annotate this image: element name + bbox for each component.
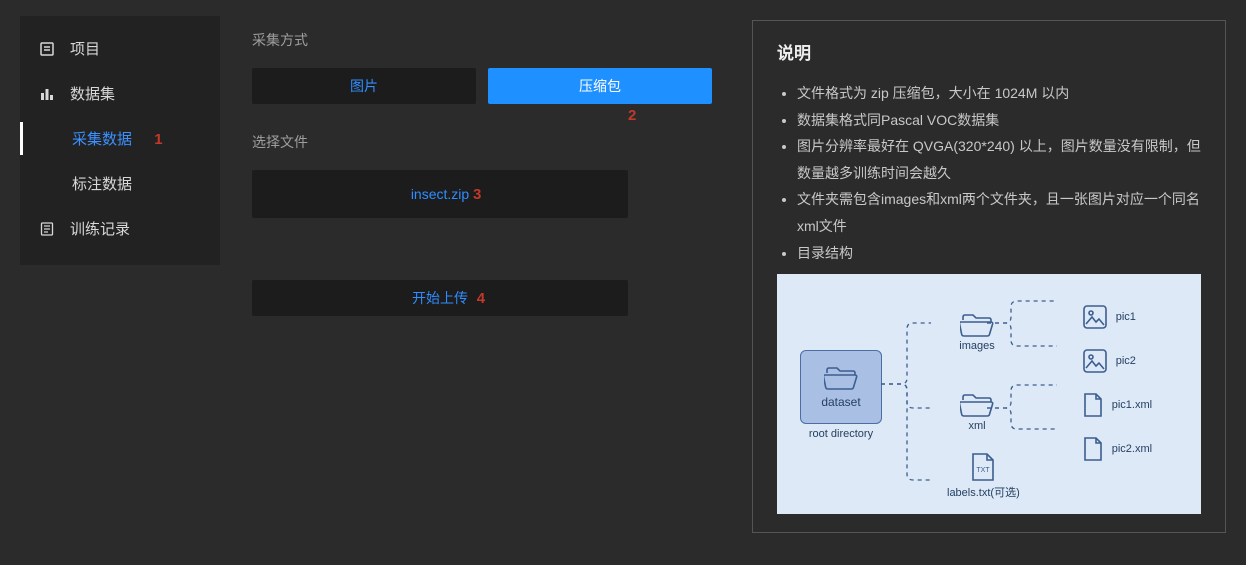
- info-list: 文件格式为 zip 压缩包，大小在 1024M 以内 数据集格式同Pascal …: [777, 80, 1201, 266]
- file-pic1: pic1: [1082, 304, 1152, 330]
- file-name: insect.zip: [411, 186, 469, 202]
- diagram-folders: images xml: [947, 312, 1020, 432]
- image-file-icon: [1082, 348, 1108, 374]
- collect-method-label: 采集方式: [252, 30, 752, 50]
- tab-image-label: 图片: [350, 76, 378, 96]
- folder-xml-label: xml: [968, 420, 985, 432]
- sidebar-label-project: 项目: [70, 38, 100, 59]
- info-item: 图片分辨率最好在 QVGA(320*240) 以上，图片数量没有限制，但数量越多…: [797, 133, 1201, 186]
- diagram-files: pic1 pic2 pic1.xml pic2.xml: [1082, 304, 1152, 462]
- sidebar-sub-annotate-label: 标注数据: [72, 176, 132, 193]
- info-panel: 说明 文件格式为 zip 压缩包，大小在 1024M 以内 数据集格式同Pasc…: [752, 20, 1226, 533]
- sidebar-sub-annotate[interactable]: 标注数据: [20, 161, 220, 206]
- diagram-root: dataset root directory: [795, 350, 887, 440]
- sidebar-label-dataset: 数据集: [70, 83, 115, 104]
- chart-icon: [38, 85, 56, 103]
- upload-button[interactable]: 开始上传 4: [252, 280, 628, 316]
- sidebar-label-training: 训练记录: [70, 218, 130, 239]
- labels-txt-label: labels.txt(可选): [947, 484, 1020, 500]
- annotation-2: 2: [628, 107, 636, 124]
- upload-button-label: 开始上传: [412, 288, 468, 308]
- info-title: 说明: [777, 39, 1201, 64]
- folder-images-label: images: [959, 340, 994, 352]
- file-pic1xml-label: pic1.xml: [1112, 399, 1152, 411]
- record-icon: [38, 220, 56, 238]
- annotation-4: 4: [477, 290, 485, 307]
- root-folder: dataset: [800, 350, 882, 424]
- tab-zip[interactable]: 压缩包 2: [488, 68, 712, 104]
- folder-xml: xml: [947, 392, 1007, 432]
- file-pic1-label: pic1: [1116, 311, 1136, 323]
- sidebar-item-project[interactable]: 项目: [20, 26, 220, 71]
- info-item: 文件格式为 zip 压缩包，大小在 1024M 以内: [797, 80, 1201, 107]
- file-pic2xml-label: pic2.xml: [1112, 443, 1152, 455]
- annotation-1: 1: [154, 131, 162, 148]
- main-form: 采集方式 图片 压缩包 2 选择文件 insect.zip 3 开始上传 4: [252, 0, 752, 565]
- tab-image[interactable]: 图片: [252, 68, 476, 104]
- file-icon: [1082, 436, 1104, 462]
- sidebar-item-dataset[interactable]: 数据集: [20, 71, 220, 116]
- directory-diagram: dataset root directory images xml T: [777, 274, 1201, 514]
- info-item: 文件夹需包含images和xml两个文件夹，且一张图片对应一个同名xml文件: [797, 186, 1201, 239]
- folder-open-icon: [824, 365, 858, 391]
- info-item: 目录结构: [797, 240, 1201, 267]
- file-select-box[interactable]: insect.zip 3: [252, 170, 628, 218]
- file-pic1xml: pic1.xml: [1082, 392, 1152, 418]
- collect-method-tabs: 图片 压缩包 2: [252, 68, 712, 104]
- txt-file-icon: TXT: [970, 452, 996, 482]
- sidebar-sub-collect-label: 采集数据: [72, 131, 132, 148]
- select-file-label: 选择文件: [252, 132, 752, 152]
- sidebar: 项目 数据集 采集数据 1 标注数据 训练记录: [20, 16, 220, 265]
- annotation-3: 3: [473, 186, 481, 203]
- sidebar-item-training[interactable]: 训练记录: [20, 206, 220, 251]
- file-pic2-label: pic2: [1116, 355, 1136, 367]
- root-directory-label: root directory: [809, 428, 873, 440]
- file-icon: [1082, 392, 1104, 418]
- image-file-icon: [1082, 304, 1108, 330]
- file-pic2xml: pic2.xml: [1082, 436, 1152, 462]
- project-icon: [38, 40, 56, 58]
- root-folder-label: dataset: [821, 395, 860, 409]
- tab-zip-label: 压缩包: [579, 76, 621, 96]
- folder-open-icon: [960, 392, 994, 418]
- file-pic2: pic2: [1082, 348, 1152, 374]
- svg-text:TXT: TXT: [977, 467, 991, 474]
- folder-open-icon: [960, 312, 994, 338]
- info-item: 数据集格式同Pascal VOC数据集: [797, 107, 1201, 134]
- labels-txt: TXT labels.txt(可选): [947, 452, 1020, 500]
- sidebar-sub-collect[interactable]: 采集数据 1: [20, 116, 220, 161]
- folder-images: images: [947, 312, 1007, 352]
